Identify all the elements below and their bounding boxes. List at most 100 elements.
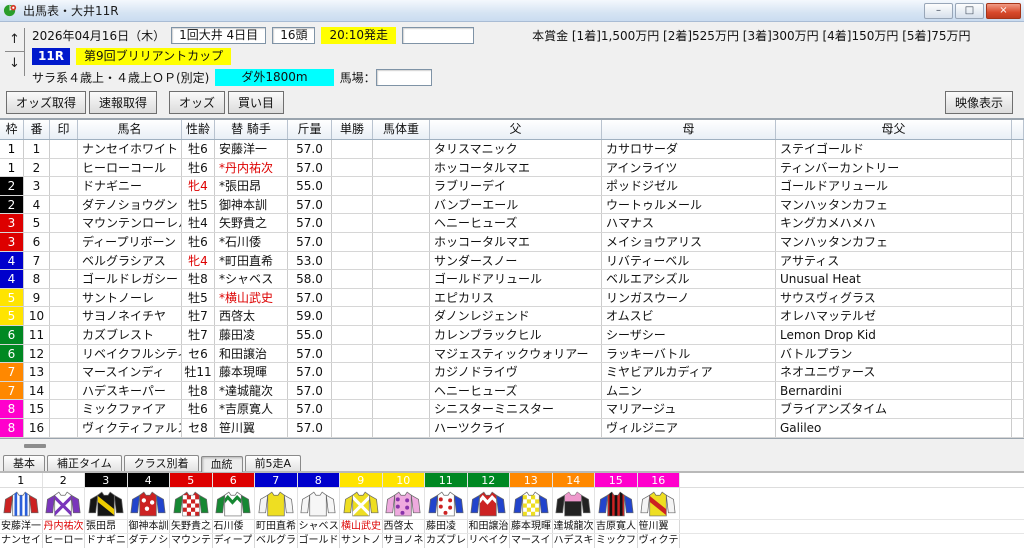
toolbar-button-1[interactable]: オッズ取得 bbox=[6, 91, 86, 114]
horse-name-cell: マウンテンローレル bbox=[78, 214, 182, 232]
mark-cell bbox=[50, 159, 78, 177]
silk-panel-jockey: 石川倭 bbox=[213, 520, 256, 533]
dam-cell: ムニン bbox=[602, 382, 776, 400]
column-header-sexage: 性齢 bbox=[182, 120, 215, 139]
win-odds-cell bbox=[332, 400, 373, 418]
win-odds-cell bbox=[332, 159, 373, 177]
horse-number-cell: 12 bbox=[24, 345, 50, 363]
damsire-cell: ブライアンズタイム bbox=[776, 400, 1012, 418]
blank-field[interactable] bbox=[402, 27, 474, 44]
tab-1[interactable]: 基本 bbox=[3, 455, 45, 471]
dam-cell: リバティーベル bbox=[602, 252, 776, 270]
horizontal-scrollbar[interactable] bbox=[0, 439, 1024, 453]
jockey-silk-icon bbox=[510, 488, 553, 519]
body-weight-cell bbox=[373, 307, 430, 325]
sire-cell: ハーツクライ bbox=[430, 419, 602, 437]
silk-jockey-row: 安藤洋一丹内祐次張田昂御神本訓矢野貴之石川倭町田直希シャベス横山武史西啓太藤田凌… bbox=[0, 520, 1024, 534]
damsire-cell: サウスヴィグラス bbox=[776, 289, 1012, 307]
mark-cell bbox=[50, 140, 78, 158]
video-display-button[interactable]: 映像表示 bbox=[945, 91, 1013, 114]
horse-number-cell: 15 bbox=[24, 400, 50, 418]
table-row[interactable]: 816ヴィクティファルスセ8笹川翼57.0ハーツクライヴィルジニアGalileo bbox=[0, 419, 1024, 438]
silk-panel-number: 9 bbox=[340, 473, 383, 487]
sire-cell: ヘニーヒューズ bbox=[430, 382, 602, 400]
weight-cell: 57.0 bbox=[288, 382, 332, 400]
table-row[interactable]: 611カズブレスト牡7藤田凌55.0カレンブラックヒルシーザシーLemon Dr… bbox=[0, 326, 1024, 345]
race-header: ↑ ↓ 2026年04月16日（木） 1回大井 4日目 16頭 20:10発走 … bbox=[0, 22, 1024, 88]
table-row[interactable]: 35マウンテンローレル牡4矢野貴之57.0ヘニーヒューズハマナスキングカメハメハ bbox=[0, 214, 1024, 233]
silk-panel-horse: ミックファイア bbox=[595, 534, 638, 548]
dam-cell: ウートゥルメール bbox=[602, 196, 776, 214]
tab-3[interactable]: クラス別着 bbox=[124, 455, 199, 471]
table-row[interactable]: 612リベイクフルシティセ6和田譲治57.0マジェスティックウォリアーラッキーバ… bbox=[0, 345, 1024, 364]
body-weight-cell bbox=[373, 382, 430, 400]
jockey-silk-icon bbox=[0, 488, 43, 519]
table-row[interactable]: 36ディープリボーン牡6*石川倭57.0ホッコータルマエメイショウアリスマンハッ… bbox=[0, 233, 1024, 252]
table-row[interactable]: 510サヨノネイチヤ牡7西啓太59.0ダノンレジェンドオムスビオレハマッテルゼ bbox=[0, 307, 1024, 326]
weight-cell: 57.0 bbox=[288, 289, 332, 307]
jockey-silk-icon bbox=[213, 488, 256, 519]
table-row[interactable]: 815ミックファイア牡6*吉原寛人57.0シニスターミニスターマリアージュブライ… bbox=[0, 400, 1024, 419]
maximize-button[interactable]: □ bbox=[955, 3, 984, 19]
mark-cell bbox=[50, 400, 78, 418]
jockey-silk-icon bbox=[255, 488, 298, 519]
tab-5[interactable]: 前5走A bbox=[245, 455, 302, 471]
jockey-cell: *吉原寛人 bbox=[215, 400, 288, 418]
jockey-silk-icon bbox=[128, 488, 171, 519]
sire-cell: マジェスティックウォリアー bbox=[430, 345, 602, 363]
sex-age-cell: 牡6 bbox=[182, 159, 215, 177]
frame-number-cell: 3 bbox=[0, 233, 24, 251]
sex-age-cell: セ8 bbox=[182, 419, 215, 437]
silk-panel-number: 13 bbox=[510, 473, 553, 487]
win-odds-cell bbox=[332, 382, 373, 400]
silk-panel-jockey: 町田直希 bbox=[255, 520, 298, 533]
race-conditions: サラ系４歳上・４歳上ＯＰ(別定) bbox=[32, 69, 209, 86]
tab-2[interactable]: 補正タイム bbox=[47, 455, 122, 471]
horse-number-cell: 14 bbox=[24, 382, 50, 400]
silk-panel-number: 1 bbox=[0, 473, 43, 487]
toolbar-button-2[interactable]: 速報取得 bbox=[89, 91, 157, 114]
column-header-mark: 印 bbox=[50, 120, 78, 139]
body-weight-cell bbox=[373, 363, 430, 381]
extra-cell bbox=[1012, 177, 1024, 195]
frame-number-cell: 4 bbox=[0, 270, 24, 288]
damsire-cell: ゴールドアリュール bbox=[776, 177, 1012, 195]
prev-race-button[interactable]: ↑ bbox=[5, 28, 25, 52]
body-weight-cell bbox=[373, 326, 430, 344]
table-row[interactable]: 12ヒーローコール牡6*丹内祐次57.0ホッコータルマエアインライツティンバーカ… bbox=[0, 159, 1024, 178]
sire-cell: カレンブラックヒル bbox=[430, 326, 602, 344]
table-row[interactable]: 23ドナギニー牝4*張田昂55.0ラブリーデイポッドジゼルゴールドアリュール bbox=[0, 177, 1024, 196]
table-row[interactable]: 47ベルグラシアス牝4*町田直希53.0サンダースノーリバティーベルアサティス bbox=[0, 252, 1024, 271]
close-button[interactable]: × bbox=[986, 3, 1021, 19]
table-row[interactable]: 11ナンセイホワイト牡6安藤洋一57.0タリスマニックカサロサーダステイゴールド bbox=[0, 140, 1024, 159]
table-row[interactable]: 24ダテノショウグン牡5御神本訓57.0バンブーエールウートゥルメールマンハッタ… bbox=[0, 196, 1024, 215]
damsire-cell: Bernardini bbox=[776, 382, 1012, 400]
column-header-waku: 枠 bbox=[0, 120, 24, 139]
toolbar-button-3[interactable]: オッズ bbox=[169, 91, 225, 114]
jockey-cell: *張田昂 bbox=[215, 177, 288, 195]
tab-4[interactable]: 血統 bbox=[201, 456, 243, 472]
sire-cell: ゴールドアリュール bbox=[430, 270, 602, 288]
jockey-cell: 御神本訓 bbox=[215, 196, 288, 214]
silk-panel-jockey: 藤本現暉 bbox=[510, 520, 553, 533]
mark-cell bbox=[50, 196, 78, 214]
toolbar-button-4[interactable]: 買い目 bbox=[228, 91, 284, 114]
table-row[interactable]: 713マースインディ牡11藤本現暉57.0カジノドライヴミヤビアルカディアネオユ… bbox=[0, 363, 1024, 382]
horse-number-cell: 1 bbox=[24, 140, 50, 158]
sex-age-cell: 牝4 bbox=[182, 252, 215, 270]
table-row[interactable]: 59サントノーレ牡5*横山武史57.0エピカリスリンガスウーノサウスヴィグラス bbox=[0, 289, 1024, 308]
race-navigation: ↑ ↓ bbox=[5, 28, 27, 76]
track-condition-input[interactable] bbox=[376, 69, 432, 86]
sire-cell: サンダースノー bbox=[430, 252, 602, 270]
horse-number-cell: 13 bbox=[24, 363, 50, 381]
next-race-button[interactable]: ↓ bbox=[5, 52, 25, 76]
scrollbar-thumb[interactable] bbox=[24, 444, 46, 448]
minimize-button[interactable]: – bbox=[924, 3, 953, 19]
table-row[interactable]: 48ゴールドレガシー牡8*シャベス58.0ゴールドアリュールベルエアシズルUnu… bbox=[0, 270, 1024, 289]
win-odds-cell bbox=[332, 196, 373, 214]
frame-number-cell: 6 bbox=[0, 326, 24, 344]
silk-panel-horse: ドナギニー bbox=[85, 534, 128, 548]
extra-cell bbox=[1012, 140, 1024, 158]
dam-cell: ベルエアシズル bbox=[602, 270, 776, 288]
table-row[interactable]: 714ハデスキーパー牡8*達城龍次57.0ヘニーヒューズムニンBernardin… bbox=[0, 382, 1024, 401]
